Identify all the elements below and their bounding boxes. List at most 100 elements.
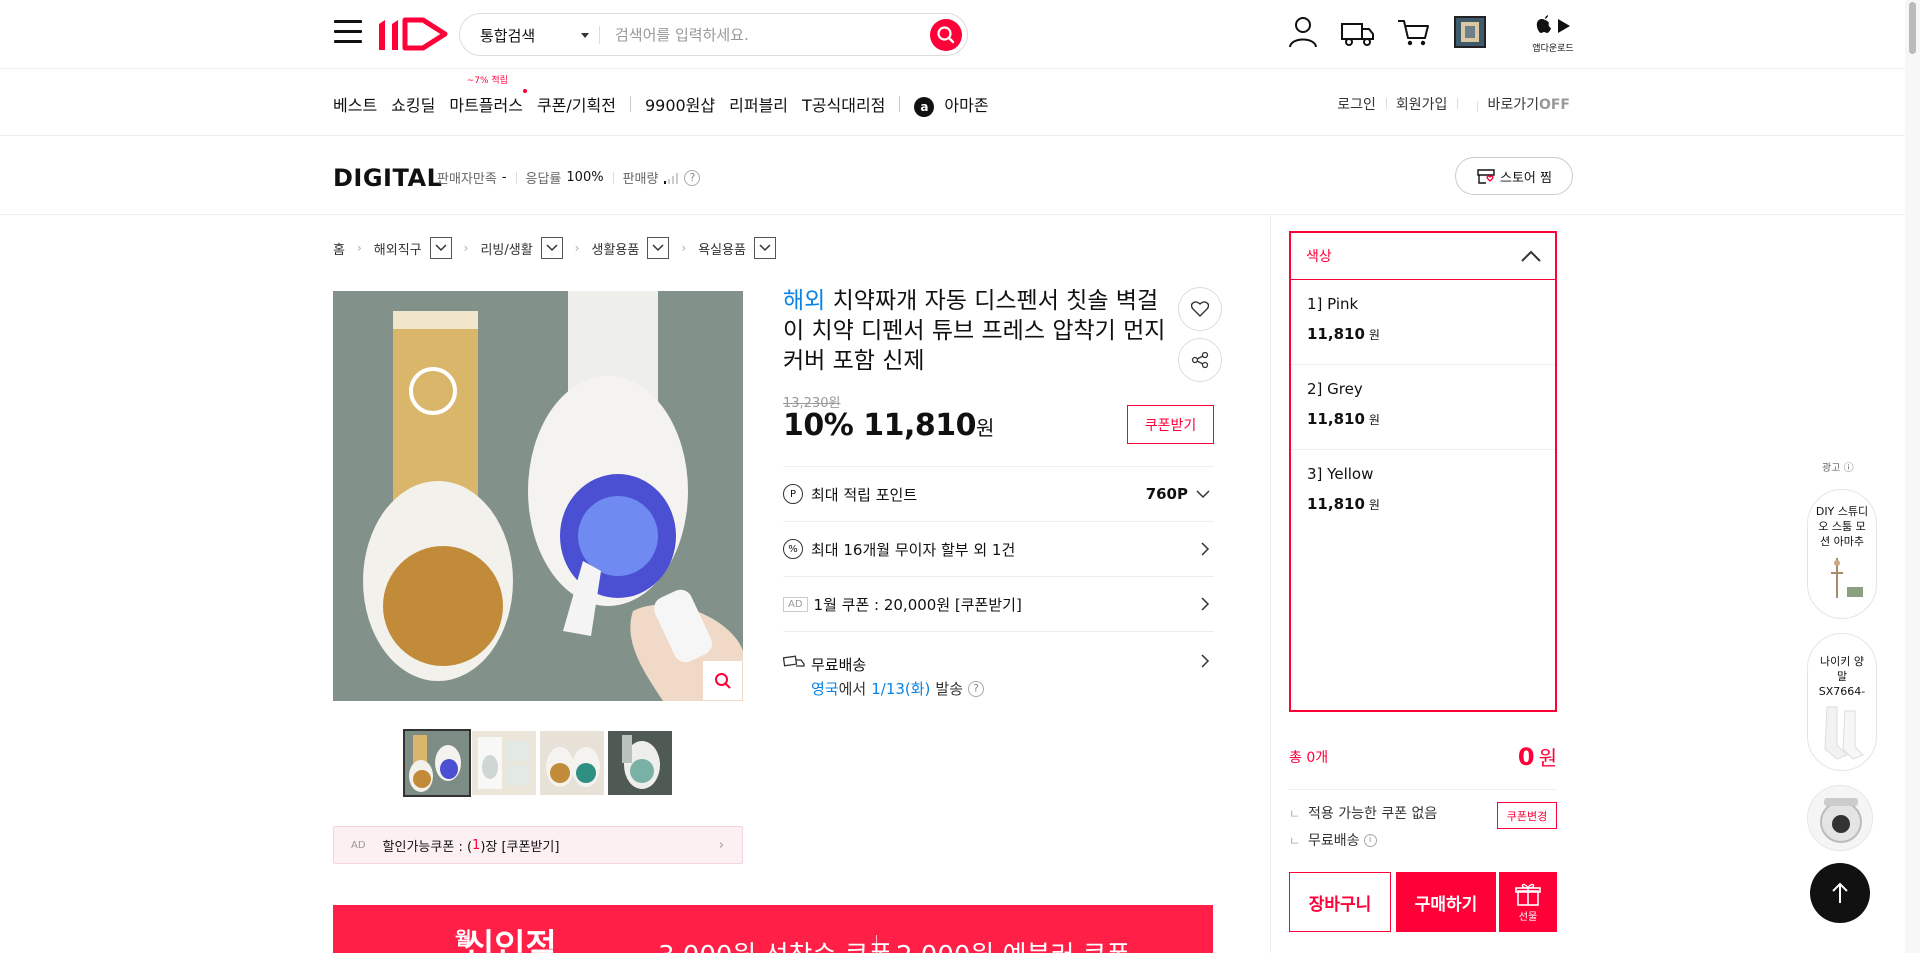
app-store-icon[interactable]: [1531, 14, 1577, 38]
shortcut-label: 바로가기: [1477, 97, 1539, 113]
product-title: 해외 치약짜개 자동 디스펜서 칫솔 벽걸이 치약 디펜서 튜브 프레스 압착기…: [783, 286, 1173, 376]
search-input[interactable]: [615, 23, 905, 47]
delivery-truck-icon[interactable]: [1340, 14, 1376, 50]
heart-icon: [1191, 301, 1209, 317]
installment-row[interactable]: % 최대 16개월 무이자 할부 외 1건: [783, 521, 1214, 576]
shipping-status: ㄴ 무료배송 i: [1289, 830, 1377, 850]
cart-icon[interactable]: [1396, 14, 1432, 50]
percent-icon: %: [783, 539, 803, 559]
app-download-label[interactable]: 앱다운로드: [1530, 41, 1576, 54]
breadcrumb-item[interactable]: 생활용품: [591, 239, 639, 258]
gift-button[interactable]: 선물: [1499, 872, 1557, 932]
search-icon: [937, 26, 955, 44]
option-price: 11,810: [1307, 325, 1365, 343]
share-button[interactable]: [1178, 338, 1222, 382]
option-panel: 색상 1] Pink 11,810 원 2] Grey 11,810 원 3] Ye…: [1289, 231, 1557, 712]
nav-item-amazon-label: 아마존: [944, 95, 989, 115]
breadcrumb-home[interactable]: 홈: [333, 239, 345, 258]
login-link[interactable]: 로그인: [1337, 94, 1376, 114]
chevron-right-icon: ›: [681, 241, 687, 255]
nav-item-best[interactable]: 베스트: [333, 92, 377, 116]
total-count: 총 0개: [1289, 749, 1329, 766]
ad-card-title: DIY 스튜디오 스툼 모션 아마추: [1815, 505, 1869, 548]
nav-item-mart-plus[interactable]: ~7% 적립 마트플러스: [449, 76, 527, 116]
gift-icon: [1515, 883, 1541, 906]
ad-card[interactable]: [1807, 785, 1873, 851]
jan-coupon-row[interactable]: AD 1월 쿠폰 : 20,000원 [쿠폰받기]: [783, 576, 1214, 631]
option-name: 3] Yellow: [1307, 465, 1374, 483]
nav-item-shocking-deal[interactable]: 쇼킹딜: [391, 92, 435, 116]
coupon-status: ㄴ 적용 가능한 쿠폰 없음: [1289, 803, 1437, 823]
scroll-to-top-button[interactable]: [1810, 863, 1870, 923]
chevron-right-icon: ›: [356, 241, 362, 255]
option-item[interactable]: 2] Grey 11,810 원: [1291, 365, 1555, 450]
recent-viewed-thumbnail[interactable]: [1454, 16, 1486, 48]
help-icon[interactable]: ?: [968, 680, 985, 697]
nav-item-t-official[interactable]: T공식대리점: [802, 92, 885, 116]
signup-link[interactable]: 회원가입: [1385, 94, 1447, 114]
store-heart-icon: [1477, 169, 1495, 184]
wishlist-button[interactable]: [1178, 287, 1222, 331]
breadcrumb-item[interactable]: 리빙/생활: [480, 239, 532, 258]
banner-divider: [876, 935, 877, 953]
discount-coupon-suffix: )장 [쿠폰받기]: [480, 839, 560, 855]
option-header-label: 색상: [1306, 249, 1332, 265]
promo-banner[interactable]: 월 신인적 3,000원 선착순 쿠폰 2,000원 예붓러 쿠폰: [333, 905, 1213, 953]
ad-badge: AD: [783, 596, 808, 612]
breadcrumb-item[interactable]: 해외직구: [374, 239, 422, 258]
product-main-image[interactable]: [333, 291, 743, 701]
get-coupon-button[interactable]: 쿠폰받기: [1127, 405, 1214, 444]
search-category-select[interactable]: 통합검색: [480, 25, 535, 46]
ad-card-image: [1808, 786, 1872, 850]
menu-icon[interactable]: [334, 20, 362, 46]
user-icon[interactable]: [1285, 14, 1321, 50]
satisfaction-value: -: [501, 170, 507, 185]
zoom-button[interactable]: [703, 661, 742, 700]
option-header[interactable]: 색상: [1291, 233, 1555, 280]
brand-logo[interactable]: [375, 16, 453, 52]
response-value: 100%: [566, 170, 604, 185]
banner-coupon-1: 3,000원 선착순 쿠폰: [658, 935, 892, 953]
ad-card-title: 나이키 양말 SX7664-: [1818, 655, 1866, 698]
max-points-row[interactable]: P 최대 적립 포인트 760P: [783, 466, 1214, 521]
chevron-down-icon[interactable]: [647, 237, 670, 259]
breadcrumb: 홈 › 해외직구 › 리빙/생활 › 생활용품 › 욕실용품: [333, 237, 776, 259]
option-item[interactable]: 1] Pink 11,810 원: [1291, 280, 1555, 365]
ad-card[interactable]: 나이키 양말 SX7664-: [1807, 633, 1877, 771]
amazon-icon: a: [914, 96, 935, 117]
store-favorite-label: 스토어 찜: [1500, 170, 1552, 186]
store-favorite-button[interactable]: 스토어 찜: [1455, 157, 1573, 195]
nav-item-amazon[interactable]: a 아마존: [914, 92, 989, 117]
scrollbar-thumb[interactable]: [1909, 2, 1916, 54]
product-thumbnail[interactable]: [608, 731, 672, 795]
add-to-cart-button[interactable]: 장바구니: [1289, 872, 1391, 932]
divider: [1289, 789, 1557, 790]
chevron-down-icon[interactable]: [540, 237, 563, 259]
search-button[interactable]: [930, 19, 962, 51]
discount-coupon-ad[interactable]: AD 할인가능쿠폰 : ( 1 )장 [쿠폰받기] ›: [333, 826, 743, 864]
chevron-down-icon[interactable]: [581, 33, 589, 38]
shortcut-toggle[interactable]: 바로가기OFF: [1457, 94, 1570, 114]
breadcrumb-item[interactable]: 욕실용품: [698, 239, 746, 258]
product-thumbnail[interactable]: [403, 729, 471, 797]
product-thumbnail[interactable]: [540, 731, 604, 795]
chevron-down-icon[interactable]: [429, 237, 452, 259]
nav-item-coupon[interactable]: 쿠폰/기획전: [537, 92, 616, 116]
jan-coupon-text: 1월 쿠폰 : 20,000원 [쿠폰받기]: [813, 595, 1022, 614]
store-name[interactable]: DIGITAL: [333, 164, 442, 192]
coupon-change-button[interactable]: 쿠폰변경: [1497, 802, 1557, 829]
nav-item-9900-shop[interactable]: 9900원샵: [645, 92, 715, 116]
page-scrollbar[interactable]: [1905, 0, 1920, 953]
product-thumbnail[interactable]: [472, 731, 536, 795]
help-icon[interactable]: ?: [684, 169, 701, 186]
info-icon[interactable]: i: [1363, 833, 1377, 847]
option-item[interactable]: 3] Yellow 11,810 원: [1291, 450, 1555, 535]
chevron-down-icon[interactable]: [753, 237, 776, 259]
main-nav: 베스트 쇼킹딜 ~7% 적립 마트플러스 쿠폰/기획전 9900원샵 리퍼블리 …: [333, 76, 1003, 117]
ad-card[interactable]: DIY 스튜디오 스툼 모션 아마추: [1807, 489, 1877, 619]
discount-rate: 10%: [783, 408, 854, 443]
nav-item-refurbly[interactable]: 리퍼블리: [729, 92, 788, 116]
chevron-right-icon: [1201, 597, 1210, 611]
option-name: 1] Pink: [1307, 295, 1359, 313]
buy-now-button[interactable]: 구매하기: [1396, 872, 1496, 932]
